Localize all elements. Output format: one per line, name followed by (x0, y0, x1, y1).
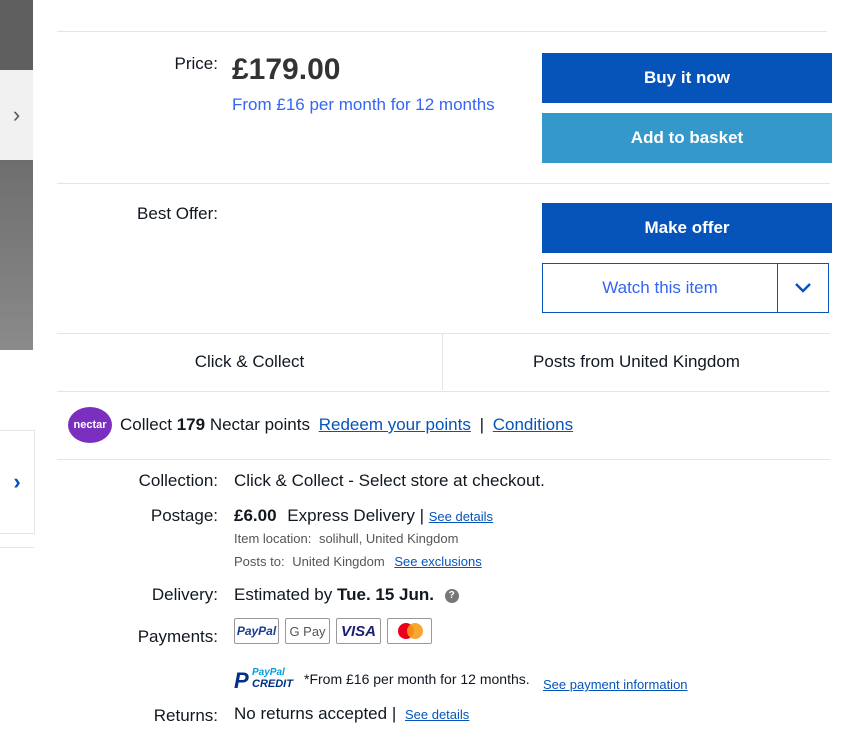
postage-service: Express Delivery (287, 506, 415, 525)
posts-to-label: Posts to: (234, 554, 285, 569)
item-location-label: Item location: (234, 531, 312, 546)
nectar-logo: nectar (68, 407, 112, 443)
separator: | (479, 415, 485, 434)
redeem-points-link[interactable]: Redeem your points (319, 415, 471, 434)
gallery-next-button[interactable]: › (0, 70, 33, 160)
posts-to: Posts to: United Kingdom See exclusions (234, 554, 482, 569)
divider (57, 459, 830, 460)
nectar-points-value: 179 (176, 415, 206, 434)
make-offer-button[interactable]: Make offer (542, 203, 832, 253)
google-pay-logo: G Pay (285, 618, 330, 644)
chevron-right-icon: › (12, 102, 21, 127)
nectar-points-suffix: Nectar points (209, 415, 310, 434)
see-exclusions-link[interactable]: See exclusions (394, 554, 481, 569)
paypal-credit-line2: CREDIT (252, 678, 293, 690)
item-location: Item location: solihull, United Kingdom (234, 531, 458, 546)
paypal-credit-logo: P PayPal CREDIT (234, 667, 293, 694)
price-amount: £179.00 (232, 53, 341, 86)
delivery-date: Tue. 15 Jun. (337, 585, 434, 604)
delivery-label: Delivery: (151, 585, 218, 604)
add-to-basket-button[interactable]: Add to basket (542, 113, 832, 163)
mastercard-logo (387, 618, 432, 644)
chevron-down-icon (795, 283, 811, 293)
payment-logos: PayPal G Pay VISA (234, 618, 432, 644)
watch-item-button[interactable]: Watch this item (543, 264, 777, 312)
thumbnail-next-button[interactable]: › (0, 430, 35, 534)
delivery-prefix: Estimated by (234, 585, 333, 604)
paypal-credit-text: *From £16 per month for 12 months. (304, 671, 530, 687)
returns-value: No returns accepted (234, 704, 388, 723)
posts-from-option: Posts from United Kingdom (533, 352, 740, 371)
gallery-image-strip (0, 0, 33, 350)
postage-line: £6.00 Express Delivery | See details (234, 506, 493, 526)
separator: | (391, 704, 397, 723)
click-collect-option: Click & Collect (194, 352, 305, 371)
nectar-collect-text: Collect (120, 415, 172, 434)
collection-value: Click & Collect - Select store at checko… (234, 471, 545, 490)
postage-price: £6.00 (234, 506, 277, 525)
separator: | (419, 506, 424, 525)
finance-offer[interactable]: From £16 per month for 12 months (232, 95, 495, 115)
collection-label: Collection: (138, 471, 218, 490)
help-icon[interactable]: ? (444, 588, 459, 603)
item-location-value: solihull, United Kingdom (318, 531, 459, 546)
conditions-link[interactable]: Conditions (493, 415, 573, 434)
delivery-estimate: Estimated by Tue. 15 Jun. ? (234, 585, 459, 605)
see-payment-information-link[interactable]: See payment information (543, 677, 688, 692)
paypal-logo: PayPal (234, 618, 279, 644)
divider (57, 391, 830, 392)
watch-dropdown-button[interactable] (777, 264, 828, 312)
divider (57, 31, 827, 32)
returns-label: Returns: (153, 706, 218, 725)
visa-logo: VISA (336, 618, 381, 644)
posts-to-value: United Kingdom (292, 554, 385, 569)
best-offer-label: Best Offer: (137, 204, 218, 223)
returns-see-details-link[interactable]: See details (405, 707, 469, 722)
divider (0, 547, 34, 548)
divider (57, 333, 830, 334)
returns-line: No returns accepted | See details (234, 704, 469, 724)
divider (57, 183, 830, 184)
chevron-right-icon: › (13, 469, 21, 494)
nectar-points-line: Collect 179 Nectar points Redeem your po… (120, 415, 573, 435)
paypal-credit-line1: PayPal (252, 667, 285, 678)
postage-label: Postage: (150, 506, 218, 525)
payments-label: Payments: (137, 627, 218, 646)
price-label: Price: (174, 54, 218, 73)
watch-item-control: Watch this item (542, 263, 829, 313)
postage-see-details-link[interactable]: See details (429, 509, 493, 524)
buy-it-now-button[interactable]: Buy it now (542, 53, 832, 103)
